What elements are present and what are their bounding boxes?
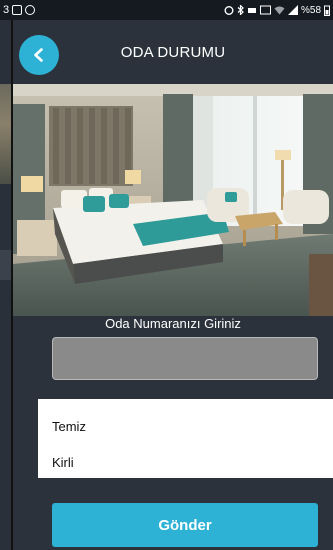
battery-icon — [324, 5, 330, 16]
alarm-icon — [224, 6, 234, 15]
chevron-left-icon — [34, 48, 43, 62]
app-screen: ODA DURUMU Oda Numaranızı Giriniz Temiz … — [13, 20, 333, 550]
option-dirty[interactable]: Kirli — [52, 455, 74, 470]
status-left-text: 3 — [3, 4, 10, 16]
gallery-notification-icon — [12, 5, 23, 15]
instagram-notification-icon — [25, 5, 36, 15]
page-title: ODA DURUMU — [120, 43, 226, 61]
mute-icon — [247, 8, 256, 13]
hotel-room-image — [13, 84, 333, 316]
room-number-input[interactable] — [52, 337, 318, 380]
bluetooth-icon — [237, 5, 244, 15]
status-bar: 3 %58 — [0, 0, 333, 20]
room-status-options: Temiz Kirli — [38, 399, 333, 478]
battery-percent: %58 — [300, 4, 321, 16]
header: ODA DURUMU — [13, 20, 333, 84]
option-clean[interactable]: Temiz — [52, 419, 86, 434]
signal-icon — [287, 5, 298, 15]
background-app-sliver — [0, 0, 13, 550]
back-button[interactable] — [19, 35, 59, 75]
wifi-icon — [274, 6, 285, 15]
volte-icon — [259, 5, 271, 15]
submit-button[interactable]: Gönder — [52, 503, 318, 547]
room-number-label: Oda Numaranızı Giriniz — [105, 316, 241, 331]
